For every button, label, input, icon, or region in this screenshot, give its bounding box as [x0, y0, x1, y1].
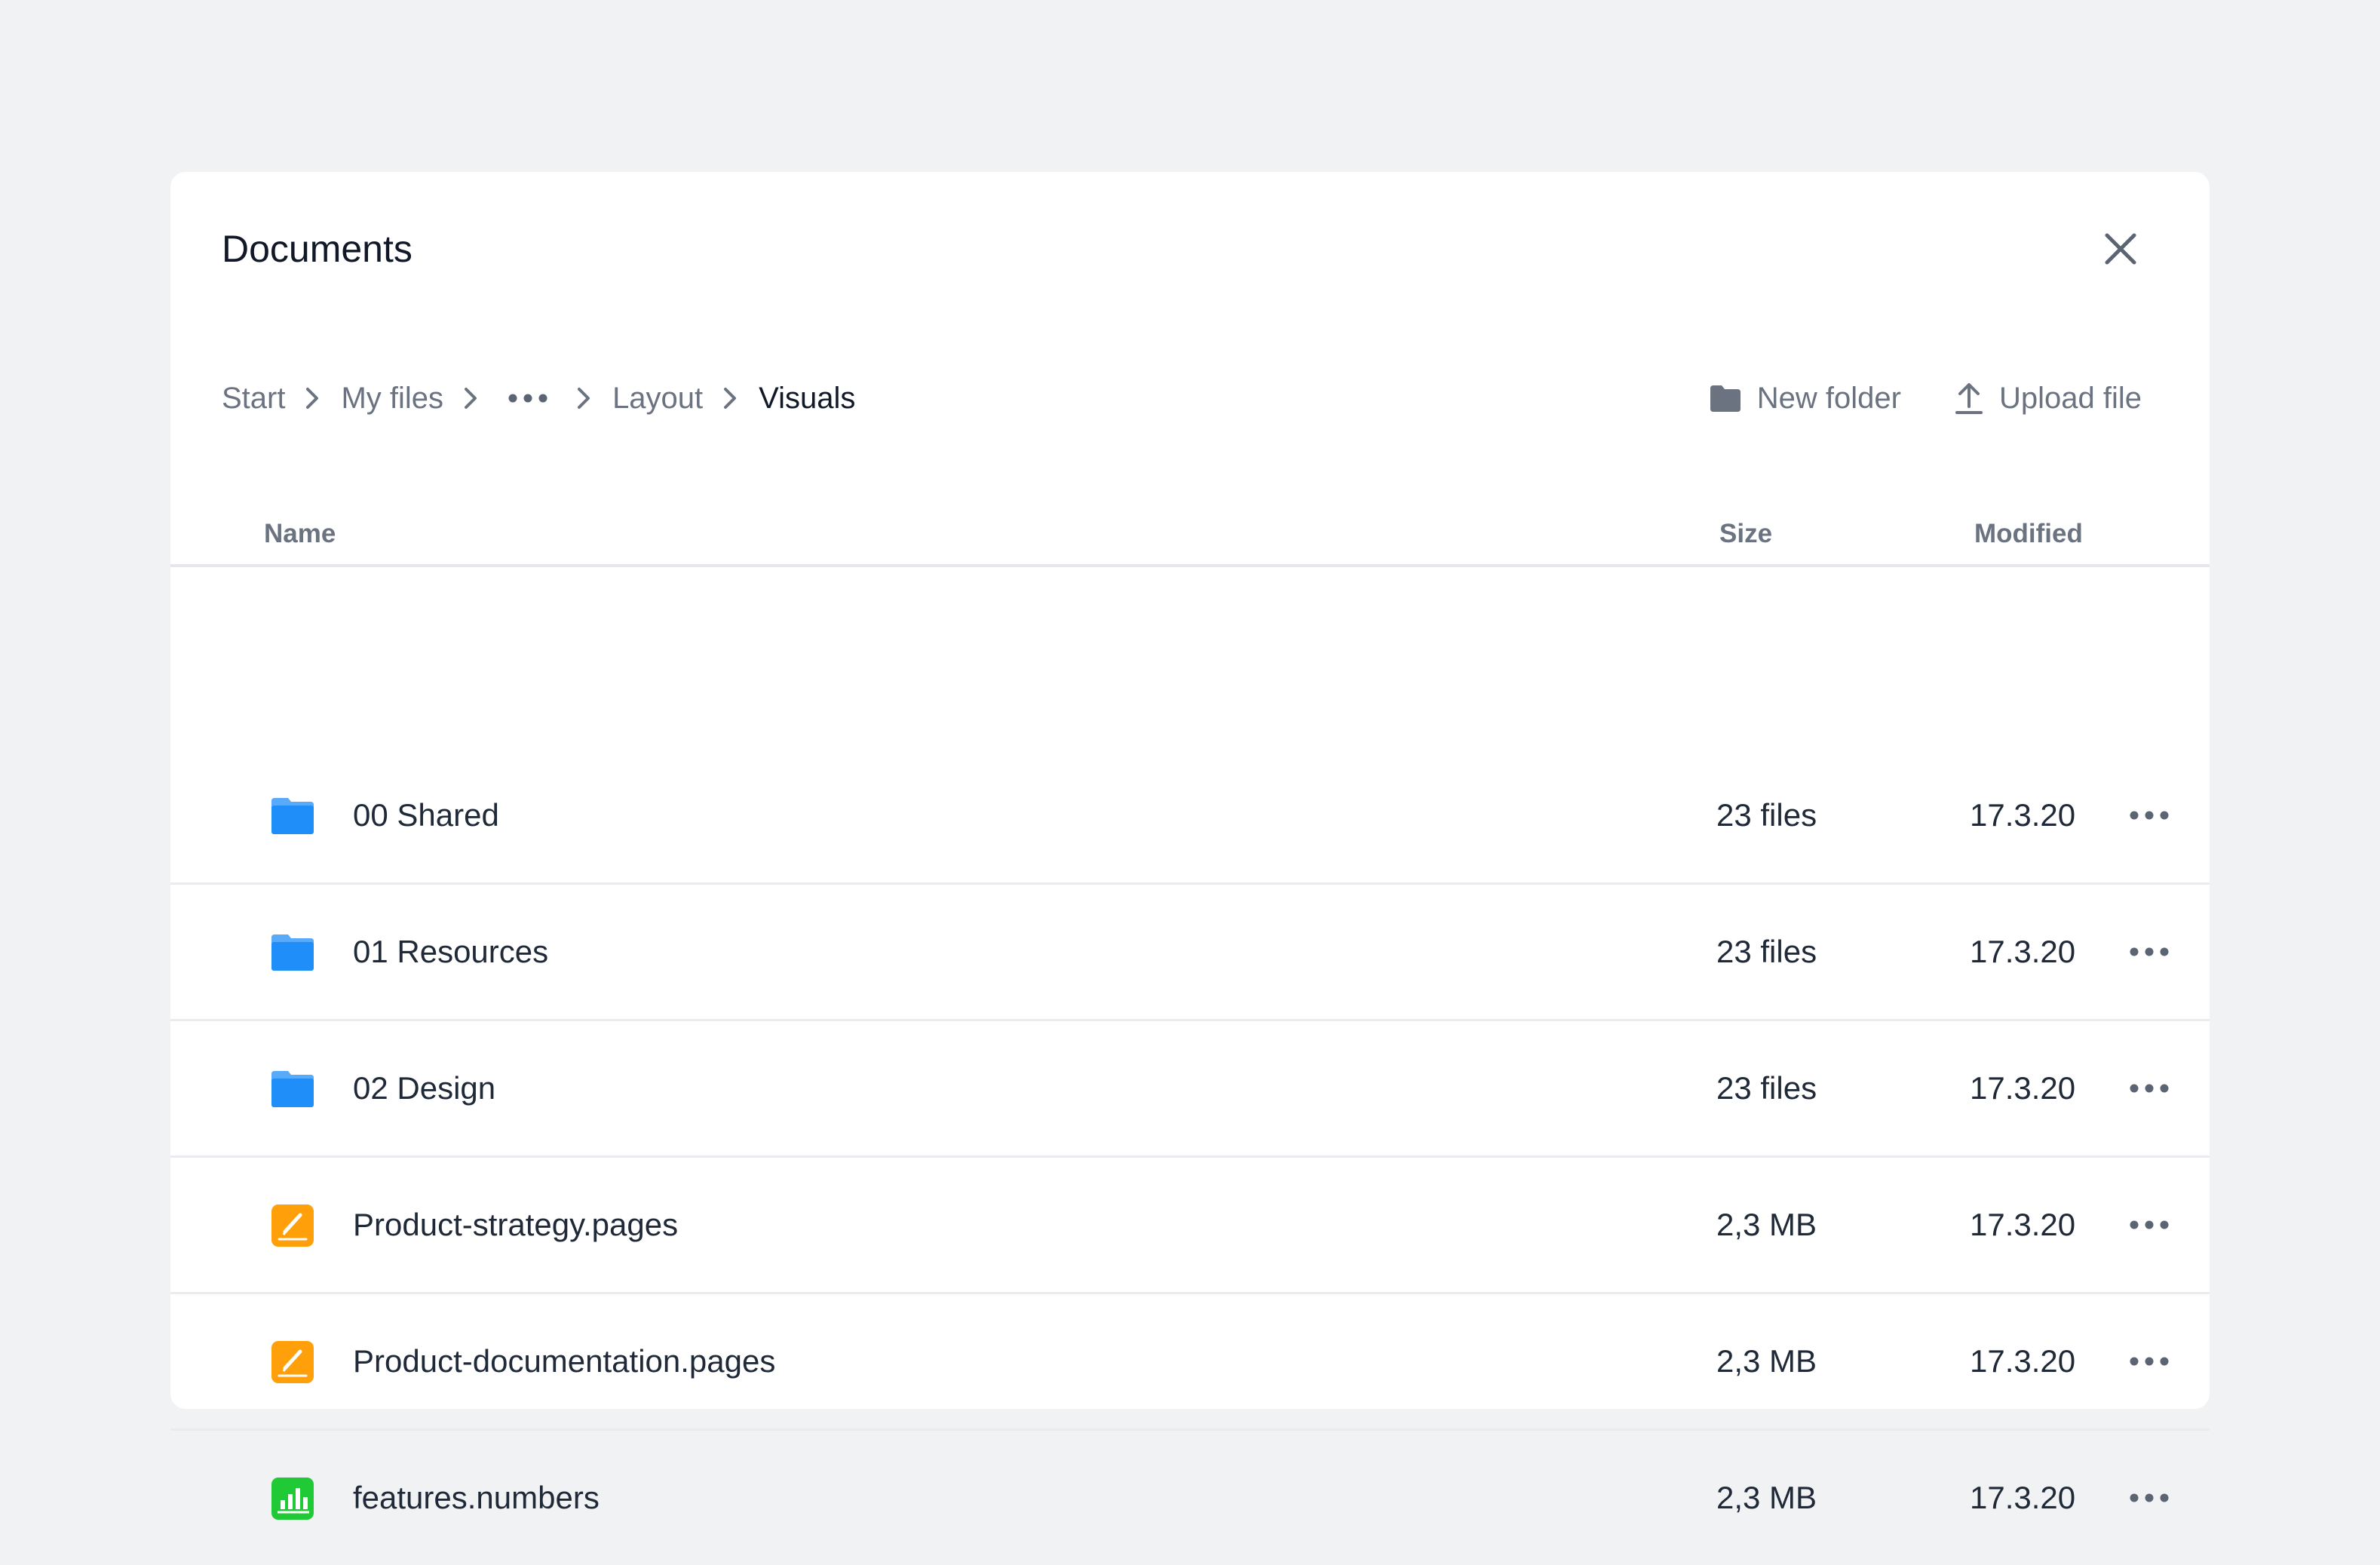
file-name: Product-strategy.pages [353, 1207, 679, 1242]
row-more-button[interactable] [2127, 1069, 2172, 1107]
folder-icon [270, 793, 315, 839]
file-size: 2,3 MB [1716, 1207, 1817, 1242]
breadcrumb: Start My files Layout Visuals [222, 376, 855, 421]
folder-icon [270, 1066, 315, 1112]
column-header-name[interactable]: Name [264, 504, 336, 564]
more-horizontal-icon [2130, 1084, 2169, 1093]
breadcrumb-item-my-files[interactable]: My files [341, 382, 443, 416]
table-row[interactable]: Product-documentation.pages 2,3 MB 17.3.20 [170, 1294, 2210, 1431]
upload-icon [1954, 381, 1984, 416]
folder-icon [270, 930, 315, 975]
file-modified: 17.3.20 [1970, 797, 2076, 833]
file-list: 00 Shared 23 files 17.3.20 01 Resources 23 f… [170, 748, 2210, 1565]
pages-file-icon [270, 1339, 315, 1385]
breadcrumb-item-layout[interactable]: Layout [612, 382, 703, 416]
more-horizontal-icon [2130, 1220, 2169, 1229]
table-row[interactable]: Product-strategy.pages 2,3 MB 17.3.20 [170, 1158, 2210, 1294]
table-row[interactable]: 02 Design 23 files 17.3.20 [170, 1021, 2210, 1158]
more-horizontal-icon [508, 394, 547, 403]
file-modified: 17.3.20 [1970, 934, 2076, 969]
file-name: Product-documentation.pages [353, 1343, 776, 1379]
file-name: 02 Design [353, 1070, 496, 1106]
breadcrumb-overflow-button[interactable] [507, 392, 549, 404]
chevron-right-icon [722, 386, 738, 410]
breadcrumb-item-start[interactable]: Start [222, 382, 285, 416]
chevron-right-icon [305, 386, 320, 410]
file-size: 23 files [1716, 797, 1817, 833]
file-modified: 17.3.20 [1970, 1343, 2076, 1379]
file-size: 2,3 MB [1716, 1343, 1817, 1379]
row-more-button[interactable] [2127, 1479, 2172, 1517]
file-modified: 17.3.20 [1970, 1207, 2076, 1242]
row-more-button[interactable] [2127, 1206, 2172, 1244]
file-size: 23 files [1716, 1070, 1817, 1106]
file-name: 00 Shared [353, 797, 499, 833]
row-more-button[interactable] [2127, 1343, 2172, 1380]
upload-file-button[interactable]: Upload file [1954, 381, 2142, 416]
row-more-button[interactable] [2127, 796, 2172, 834]
breadcrumb-item-visuals: Visuals [759, 381, 856, 415]
documents-dialog: Documents Start My files Layout Visuals [170, 172, 2210, 1520]
upload-file-label: Upload file [1998, 381, 2142, 415]
file-size: 23 files [1716, 934, 1817, 969]
table-row[interactable]: 01 Resources 23 files 17.3.20 [170, 885, 2210, 1021]
column-header-size[interactable]: Size [1719, 504, 1772, 564]
more-horizontal-icon [2130, 1357, 2169, 1366]
close-button[interactable] [2099, 228, 2142, 270]
table-row[interactable]: features.numbers 2,3 MB 17.3.20 [170, 1431, 2210, 1565]
row-more-button[interactable] [2127, 933, 2172, 971]
table-header: Name Size Modified [170, 504, 2210, 567]
new-folder-button[interactable]: New folder [1709, 382, 1901, 416]
folder-icon [1709, 384, 1742, 413]
chevron-right-icon [463, 386, 478, 410]
more-horizontal-icon [2130, 1493, 2169, 1502]
more-horizontal-icon [2130, 947, 2169, 956]
pages-file-icon [270, 1203, 315, 1248]
chevron-right-icon [576, 386, 591, 410]
file-name: features.numbers [353, 1480, 600, 1515]
numbers-file-icon [270, 1476, 315, 1521]
toolbar: New folder Upload file [1709, 376, 2142, 421]
new-folder-label: New folder [1756, 381, 1901, 415]
file-name: 01 Resources [353, 934, 549, 969]
file-modified: 17.3.20 [1970, 1070, 2076, 1106]
close-icon [2105, 233, 2136, 265]
file-modified: 17.3.20 [1970, 1480, 2076, 1515]
table-row[interactable]: 00 Shared 23 files 17.3.20 [170, 748, 2210, 885]
file-size: 2,3 MB [1716, 1480, 1817, 1515]
column-header-modified[interactable]: Modified [1974, 504, 2083, 564]
more-horizontal-icon [2130, 811, 2169, 820]
dialog-title: Documents [222, 228, 413, 270]
